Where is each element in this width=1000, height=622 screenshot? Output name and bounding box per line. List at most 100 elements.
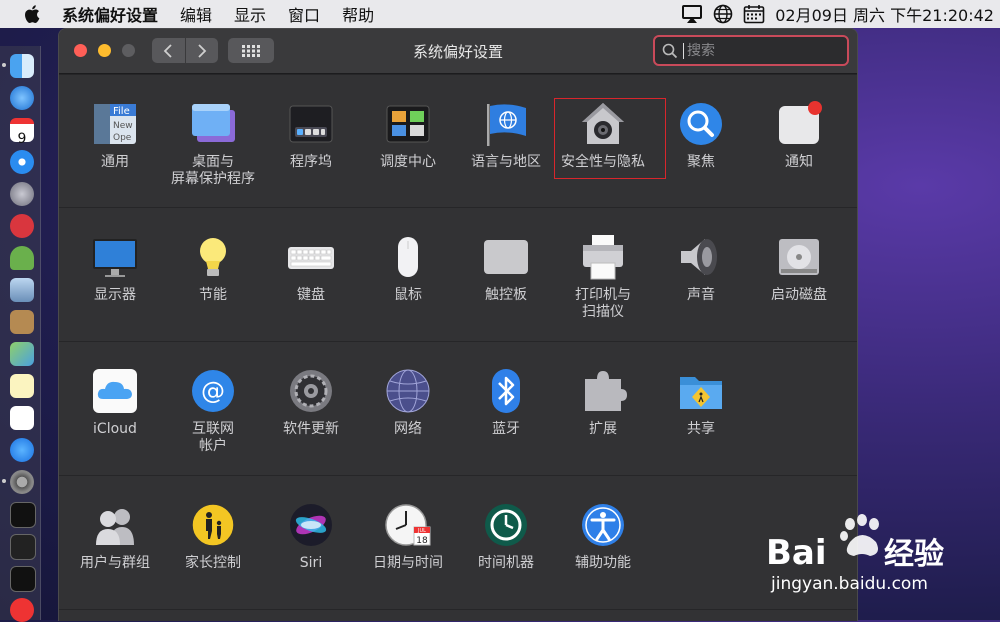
- pane-sharing[interactable]: 共享: [653, 367, 749, 438]
- pane-label: 声音: [687, 287, 715, 303]
- general-icon: File New Ope: [91, 100, 139, 148]
- pane-accessibility[interactable]: 辅助功能: [555, 501, 651, 572]
- search-icon: [662, 43, 678, 59]
- reminders-icon[interactable]: [10, 406, 34, 430]
- general-icon-open-text: Ope: [113, 133, 132, 143]
- pane-label: 日期与时间: [373, 555, 443, 571]
- menu-view[interactable]: 显示: [234, 2, 266, 26]
- watermark-url: jingyan.baidu.com: [771, 574, 928, 594]
- safari-icon[interactable]: [10, 150, 34, 174]
- airplay-display-icon[interactable]: [681, 4, 703, 24]
- finder-icon[interactable]: [10, 54, 34, 78]
- users-groups-icon: [91, 501, 139, 549]
- internet-accounts-icon: @: [189, 367, 237, 415]
- pane-label: 互联网 帐户: [192, 421, 234, 454]
- pane-label: 通用: [101, 154, 129, 170]
- pane-desktop-screensaver[interactable]: 桌面与 屏幕保护程序: [165, 100, 261, 188]
- trackpad-icon: [482, 233, 530, 281]
- date-time-icon-day-text: 18: [416, 536, 428, 546]
- pane-sound[interactable]: 声音: [653, 233, 749, 304]
- pane-dock[interactable]: 程序坞: [263, 100, 359, 171]
- pane-label: 网络: [394, 421, 422, 437]
- pane-displays[interactable]: 显示器: [67, 233, 163, 304]
- pane-software-update[interactable]: 软件更新: [263, 367, 359, 438]
- baidu-logo-icon: Bai 经验: [766, 514, 944, 573]
- menu-help[interactable]: 帮助: [342, 2, 374, 26]
- pane-label: 用户与群组: [80, 555, 150, 571]
- date-time-icon: JUL 18: [384, 501, 432, 549]
- pane-mouse[interactable]: 鼠标: [360, 233, 456, 304]
- sound-icon: [677, 233, 725, 281]
- pane-network[interactable]: 网络: [360, 367, 456, 438]
- pane-printers-scanners[interactable]: 打印机与 扫描仪: [555, 233, 651, 321]
- pane-siri[interactable]: Siri: [263, 501, 359, 572]
- system-preferences-dock-icon[interactable]: [10, 470, 34, 494]
- pane-label: 显示器: [94, 287, 136, 303]
- text-caret: [683, 43, 684, 59]
- pane-icloud[interactable]: iCloud: [67, 367, 163, 438]
- pane-date-time[interactable]: JUL 18 日期与时间: [360, 501, 456, 572]
- highlight-annotation-box: [554, 98, 666, 179]
- pane-trackpad[interactable]: 触控板: [458, 233, 554, 304]
- apple-menu-icon[interactable]: [22, 3, 44, 25]
- globe-icon[interactable]: [713, 4, 733, 24]
- menubar-clock[interactable]: 02月09日 周六 下午21:20:42: [775, 2, 994, 26]
- pane-keyboard[interactable]: 键盘: [263, 233, 359, 304]
- notes-icon[interactable]: [10, 374, 34, 398]
- pane-energy-saver[interactable]: 节能: [165, 233, 261, 304]
- app-red-icon[interactable]: [10, 214, 34, 238]
- pane-language-region[interactable]: 语言与地区: [458, 100, 554, 171]
- language-region-icon: [482, 100, 530, 148]
- activity-monitor-icon[interactable]: [10, 502, 36, 528]
- pane-label: Siri: [299, 555, 323, 571]
- pane-parental-controls[interactable]: 家长控制: [165, 501, 261, 572]
- preview-icon[interactable]: [10, 278, 34, 302]
- pane-label: 辅助功能: [575, 555, 631, 571]
- android-icon[interactable]: [10, 246, 34, 270]
- displays-icon: [91, 233, 139, 281]
- pane-label: 共享: [687, 421, 715, 437]
- spotlight-icon: [677, 100, 725, 148]
- icloud-icon: [91, 367, 139, 415]
- maps-icon[interactable]: [10, 342, 34, 366]
- menu-window[interactable]: 窗口: [288, 2, 320, 26]
- pane-users-groups[interactable]: 用户与群组: [67, 501, 163, 572]
- startup-disk-icon: [775, 233, 823, 281]
- pane-spotlight[interactable]: 聚焦: [653, 100, 749, 171]
- pane-label: 通知: [785, 154, 813, 170]
- pane-startup-disk[interactable]: 启动磁盘: [751, 233, 847, 304]
- extensions-icon: [579, 367, 627, 415]
- pane-mission-control[interactable]: 调度中心: [360, 100, 456, 171]
- pane-label: 聚焦: [687, 154, 715, 170]
- pane-label: 启动磁盘: [771, 287, 827, 303]
- launchpad-icon[interactable]: [10, 86, 34, 110]
- rocket-icon[interactable]: [10, 182, 34, 206]
- calendar-icon[interactable]: 9: [10, 118, 34, 147]
- contacts-icon[interactable]: [10, 310, 34, 334]
- pane-general[interactable]: File New Ope 通用: [67, 100, 163, 171]
- pane-notifications[interactable]: 通知: [751, 100, 847, 171]
- pane-bluetooth[interactable]: 蓝牙: [458, 367, 554, 438]
- pane-label: 调度中心: [380, 154, 436, 170]
- pane-extensions[interactable]: 扩展: [555, 367, 651, 438]
- menu-edit[interactable]: 编辑: [180, 2, 212, 26]
- app-store-icon[interactable]: [10, 438, 34, 462]
- watermark-brand: Bai: [766, 533, 827, 573]
- pane-internet-accounts[interactable]: @ 互联网 帐户: [165, 367, 261, 455]
- mission-control-icon: [384, 100, 432, 148]
- menu-app-name[interactable]: 系统偏好设置: [62, 2, 158, 26]
- general-icon-file-text: File: [113, 106, 130, 117]
- pane-time-machine[interactable]: 时间机器: [458, 501, 554, 572]
- console-icon[interactable]: [10, 566, 36, 592]
- pane-label: iCloud: [93, 421, 137, 437]
- mouse-icon: [384, 233, 432, 281]
- general-icon-new-text: New: [113, 121, 133, 131]
- running-indicator: [2, 63, 6, 67]
- calendar-menubar-icon[interactable]: [743, 4, 765, 24]
- search-input[interactable]: [685, 40, 839, 62]
- search-field[interactable]: [653, 35, 849, 66]
- sharing-icon: [677, 367, 725, 415]
- terminal-icon[interactable]: [10, 534, 36, 560]
- pane-label: 打印机与 扫描仪: [575, 287, 631, 320]
- vivaldi-icon[interactable]: [10, 598, 34, 622]
